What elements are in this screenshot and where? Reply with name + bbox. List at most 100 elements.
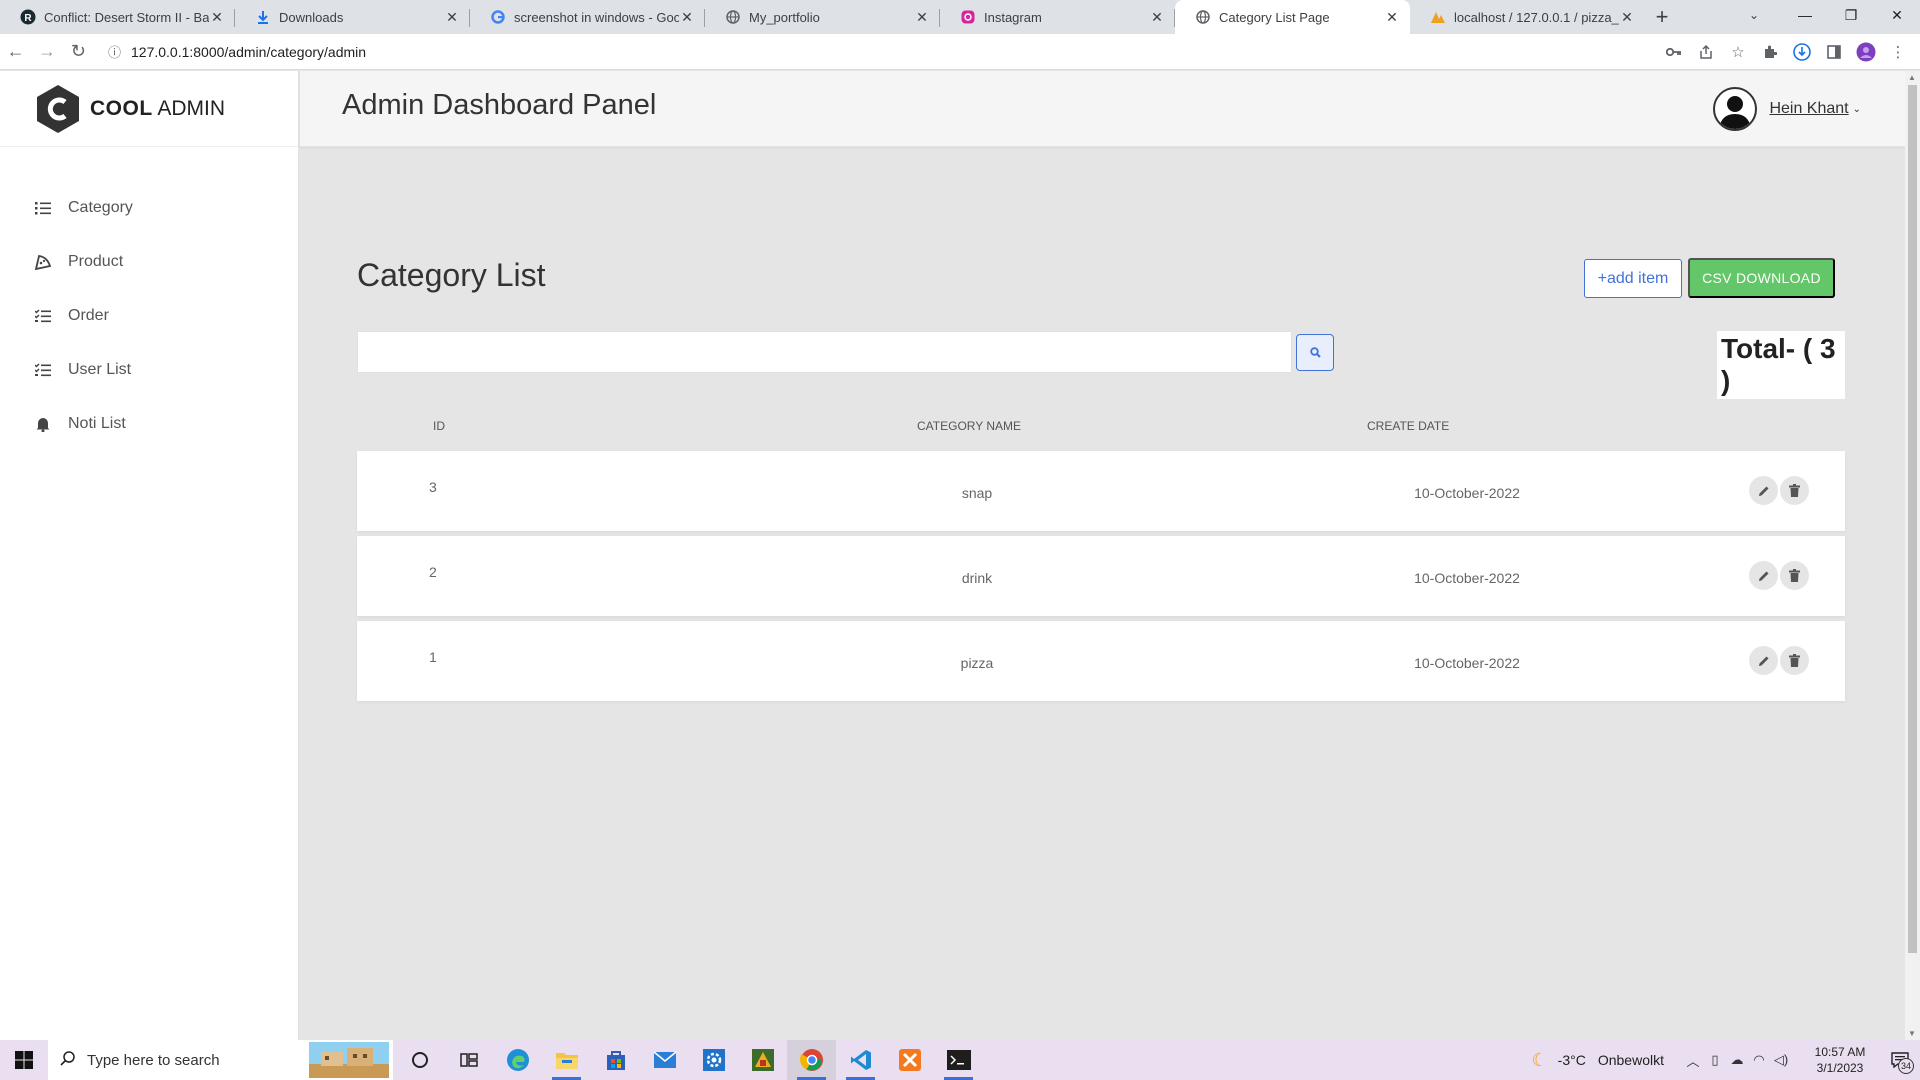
restore-icon[interactable]: ❐ [1828,0,1874,30]
browser-tab-strip: R Conflict: Desert Storm II - Back t ✕ D… [0,0,1920,34]
taskbar-search-box[interactable]: Type here to search [48,1040,393,1080]
browser-tab[interactable]: R Conflict: Desert Storm II - Back t ✕ [0,0,235,34]
clock[interactable]: 10:57 AM 3/1/2023 [1800,1044,1880,1076]
logo[interactable]: COOL ADMIN [0,71,298,147]
file-explorer-icon[interactable] [542,1040,591,1080]
row-id: 2 [429,564,437,580]
vscode-icon[interactable] [836,1040,885,1080]
search-input[interactable] [357,331,1292,373]
sidebar-item-user-list[interactable]: User List [0,343,298,397]
delete-button[interactable] [1780,476,1809,505]
browser-tab[interactable]: Downloads ✕ [235,0,470,34]
minimize-icon[interactable]: — [1782,0,1828,30]
mail-icon[interactable] [640,1040,689,1080]
task-view-icon[interactable] [444,1040,493,1080]
new-tab-button[interactable]: + [1645,0,1679,34]
scroll-down-icon[interactable]: ▼ [1908,1029,1916,1038]
browser-tab[interactable]: Instagram ✕ [940,0,1175,34]
close-icon[interactable]: ✕ [1619,9,1635,25]
sidebar-item-product[interactable]: Product [0,235,298,289]
share-icon[interactable] [1690,36,1722,68]
star-icon[interactable]: ☆ [1722,36,1754,68]
close-icon[interactable]: ✕ [209,9,225,25]
windows-start-button[interactable] [0,1040,48,1080]
browser-toolbar: ← → ↻ ⓘ 127.0.0.1:8000/admin/category/ad… [0,34,1920,70]
game-app-icon[interactable] [738,1040,787,1080]
phpmyadmin-icon [1430,9,1446,25]
search-button[interactable] [1296,334,1334,371]
wifi-icon[interactable]: ◠ [1748,1052,1770,1068]
key-icon[interactable] [1658,36,1690,68]
edit-button[interactable] [1749,476,1778,505]
avatar[interactable] [1713,87,1758,131]
add-item-button[interactable]: +add item [1584,259,1682,298]
url-text: 127.0.0.1:8000/admin/category/admin [131,43,367,60]
extensions-icon[interactable] [1754,36,1786,68]
download-status-icon[interactable] [1786,36,1818,68]
browser-tab-active[interactable]: Category List Page ✕ [1175,0,1410,34]
speaker-icon[interactable]: ◁) [1770,1052,1792,1068]
forward-icon[interactable]: → [31,36,62,68]
edge-icon[interactable] [493,1040,542,1080]
close-icon[interactable]: ✕ [914,9,930,25]
taskbar-search-placeholder: Type here to search [87,1051,220,1069]
csv-download-button[interactable]: CSV DOWNLOAD [1688,258,1835,298]
checklist-icon [34,361,52,379]
close-window-icon[interactable]: ✕ [1874,0,1920,30]
back-icon[interactable]: ← [0,36,31,68]
profile-avatar-icon[interactable] [1850,36,1882,68]
delete-button[interactable] [1780,646,1809,675]
terminal-icon[interactable] [934,1040,983,1080]
page-scrollbar[interactable]: ▲ ▼ [1905,71,1920,1040]
chrome-icon[interactable] [787,1040,836,1080]
close-icon[interactable]: ✕ [1384,9,1400,25]
cloud-icon[interactable]: ☁ [1726,1052,1748,1068]
browser-tab[interactable]: screenshot in windows - Google ✕ [470,0,705,34]
site-info-icon[interactable]: ⓘ [108,42,121,61]
sidebar-item-noti-list[interactable]: Noti List [0,397,298,451]
taskbar-apps [395,1040,983,1080]
table-row: 1 pizza 10-October-2022 [357,621,1845,701]
edit-button[interactable] [1749,561,1778,590]
user-name[interactable]: Hein Khant [1769,100,1848,118]
chevron-up-icon[interactable]: ︿ [1682,1051,1704,1070]
scrollbar-thumb[interactable] [1908,85,1917,953]
sidebar-item-category[interactable]: Category [0,181,298,235]
side-panel-icon[interactable] [1818,36,1850,68]
sidebar-item-order[interactable]: Order [0,289,298,343]
table-body: 3 snap 10-October-2022 2 drink 10-Octobe… [357,451,1845,706]
row-category-name: snap [961,485,993,501]
moon-icon: ☾ [1531,1049,1548,1070]
instagram-icon [960,9,976,25]
user-menu[interactable]: Hein Khant ⌄ [1713,87,1861,131]
browser-tab[interactable]: localhost / 127.0.0.1 / pizza_ord ✕ [1410,0,1645,34]
address-bar[interactable]: ⓘ 127.0.0.1:8000/admin/category/admin [98,38,1658,66]
tab-title: screenshot in windows - Google [514,9,679,25]
delete-button[interactable] [1780,561,1809,590]
weather-widget[interactable]: ☾ -3°C Onbewolkt [1532,1050,1664,1071]
edit-button[interactable] [1749,646,1778,675]
xampp-icon[interactable] [885,1040,934,1080]
scroll-up-icon[interactable]: ▲ [1908,73,1916,82]
close-icon[interactable]: ✕ [444,9,460,25]
row-id: 3 [429,479,437,495]
sidebar: COOL ADMIN Category Product Order User L… [0,71,299,1040]
close-icon[interactable]: ✕ [679,9,695,25]
menu-icon[interactable]: ⋮ [1882,36,1914,68]
pizza-icon [34,253,52,271]
browser-tab[interactable]: My_portfolio ✕ [705,0,940,34]
r-icon: R [20,9,36,25]
globe-icon [1195,9,1211,25]
close-icon[interactable]: ✕ [1149,9,1165,25]
reload-icon[interactable]: ↻ [63,36,94,68]
checklist-icon [34,307,52,325]
chevron-down-icon[interactable]: ⌄ [1853,104,1861,115]
tab-search-icon[interactable]: ⌄ [1734,0,1774,30]
store-icon[interactable] [591,1040,640,1080]
settings-app-icon[interactable] [689,1040,738,1080]
cortana-icon[interactable] [395,1040,444,1080]
pencil-icon [1758,571,1768,581]
notification-center-button[interactable]: 34 [1880,1040,1920,1080]
device-icon[interactable]: ▯ [1704,1052,1726,1068]
sidebar-nav: Category Product Order User List Noti Li… [0,147,298,451]
